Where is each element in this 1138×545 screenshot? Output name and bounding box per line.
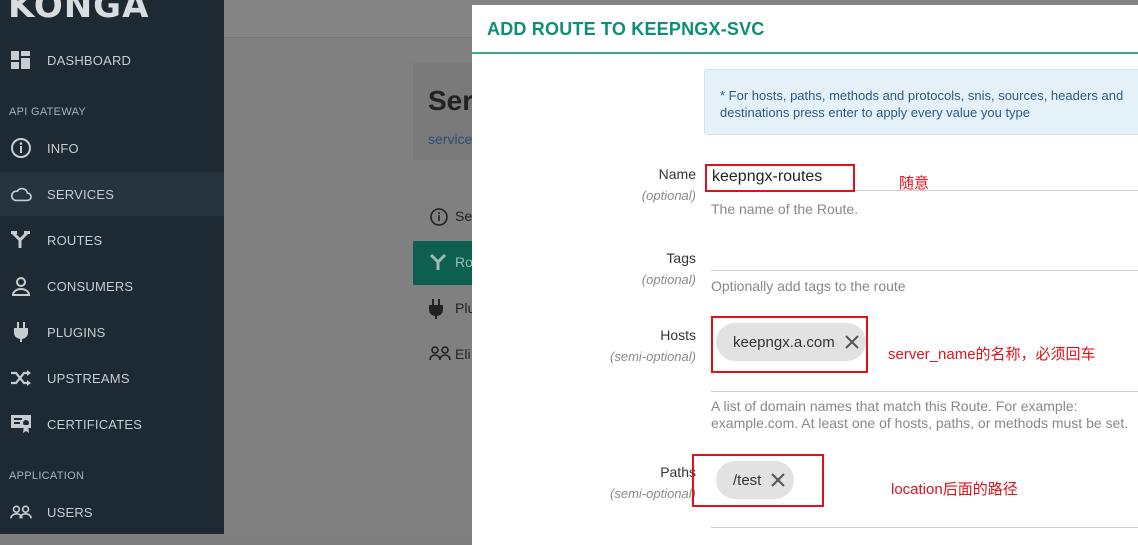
sidebar-item-dashboard[interactable]: DASHBOARD [0,38,224,82]
sidebar-item-label: INFO [47,140,79,156]
paths-qualifier: (semi-optional) [610,486,696,501]
dashboard-icon [10,49,32,71]
tags-label: Tags [666,250,696,266]
sidebar: KONGA DASHBOARD API GATEWAY INFO SERVICE… [0,0,224,534]
page-title: Ser [428,85,474,116]
users-icon [10,501,32,523]
sidebar-item-label: SERVICES [47,186,115,202]
tags-qualifier: (optional) [641,272,696,287]
paths-input-underline [711,527,1138,528]
hosts-qualifier: (semi-optional) [610,349,696,364]
tab-label: Ro [455,254,473,270]
sidebar-item-label: UPSTREAMS [47,370,130,386]
sidebar-item-consumers[interactable]: CONSUMERS [0,264,224,308]
sidebar-item-label: CERTIFICATES [47,416,143,432]
section-application: APPLICATION [9,470,85,482]
tab-plugins[interactable]: Plu [413,287,475,331]
sidebar-item-label: ROUTES [47,232,103,248]
sidebar-item-label: PLUGINS [47,324,106,340]
info-icon [429,207,449,227]
hosts-help: A list of domain names that match this R… [711,398,1129,431]
certificate-icon [10,413,32,435]
tab-eligible-consumers[interactable]: Eli [413,333,473,377]
routes-icon [10,229,32,251]
info-icon [10,137,32,159]
sidebar-item-plugins[interactable]: PLUGINS [0,310,224,354]
users-icon [429,345,451,365]
name-label: Name [658,166,696,182]
cloud-icon [10,183,32,205]
sidebar-item-routes[interactable]: ROUTES [0,218,224,262]
name-qualifier: (optional) [641,188,696,203]
tags-input-underline [711,270,1138,271]
modal-title: ADD ROUTE TO KEEPNGX-SVC [487,19,765,39]
annotation-box-name [705,164,855,192]
hosts-input-underline [711,391,1138,392]
tab-label: Se [455,208,473,224]
plug-icon [429,299,449,319]
annotation-hosts: server_name的名称，必须回车 [888,346,1096,363]
annotation-name: 随意 [899,175,930,192]
paths-label: Paths [660,464,696,480]
sidebar-item-label: DASHBOARD [47,52,132,68]
konga-logo: KONGA [8,0,150,26]
info-text: * For hosts, paths, methods and protocol… [720,88,1124,120]
tab-service-details[interactable]: Se [413,195,473,239]
hosts-label: Hosts [660,327,696,343]
sidebar-item-upstreams[interactable]: UPSTREAMS [0,356,224,400]
plug-icon [10,321,32,343]
sidebar-item-label: CONSUMERS [47,278,134,294]
tags-help: Optionally add tags to the route [711,278,906,294]
user-icon [10,275,32,297]
tab-routes[interactable]: Ro [413,241,473,285]
tags-input[interactable] [711,245,1138,269]
sidebar-item-certificates[interactable]: CERTIFICATES [0,402,224,446]
sidebar-item-info[interactable]: INFO [0,126,224,170]
modal-header: ADD ROUTE TO KEEPNGX-SVC [472,5,1138,54]
annotation-paths: location后面的路径 [891,481,1018,498]
sidebar-item-label: USERS [47,504,93,520]
sidebar-item-services[interactable]: SERVICES [0,172,224,216]
routes-icon [429,253,449,273]
shuffle-icon [10,367,32,389]
section-api-gateway: API GATEWAY [9,106,87,118]
annotation-box-paths [692,454,824,507]
annotation-box-hosts [711,316,868,373]
name-help: The name of the Route. [711,201,859,217]
tab-label: Eli [455,346,471,362]
breadcrumb: service [428,131,473,147]
info-callout: * For hosts, paths, methods and protocol… [704,69,1138,135]
sidebar-item-users[interactable]: USERS [0,490,224,534]
